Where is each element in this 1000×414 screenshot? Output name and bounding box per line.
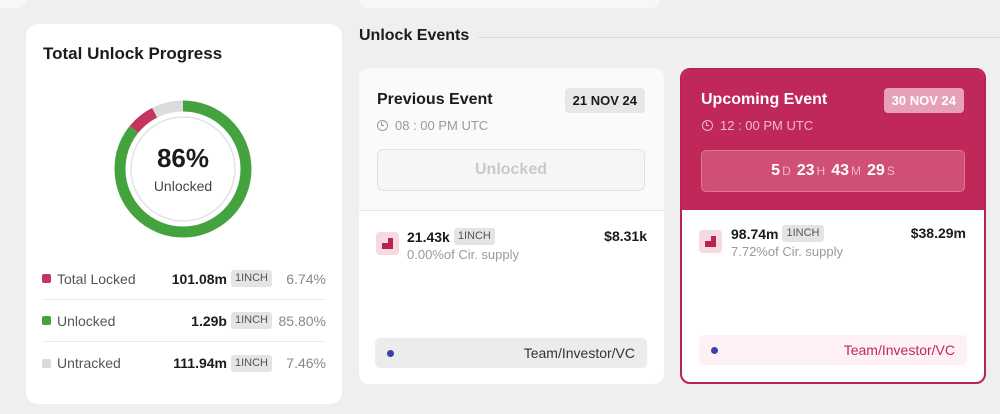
category-dot-icon bbox=[387, 349, 394, 357]
clock-icon bbox=[377, 120, 388, 131]
token-amount: 98.74m bbox=[731, 225, 779, 242]
event-time-text: 12 : 00 PM UTC bbox=[720, 118, 814, 133]
token-usd-value: $8.31k bbox=[604, 228, 647, 244]
countdown-hours-unit: H bbox=[816, 164, 826, 178]
category-label: Team/Investor/VC bbox=[523, 345, 635, 361]
1inch-token-icon bbox=[376, 232, 399, 255]
previous-event-body: 21.43k 1INCH $8.31k 0.00%of Cir. supply … bbox=[359, 211, 664, 384]
token-badge: 1INCH bbox=[782, 225, 824, 242]
legend-percent: 6.74% bbox=[286, 270, 326, 287]
token-badge: 1INCH bbox=[230, 354, 272, 372]
countdown-timer: 5 D 23 H 43 M 29 S bbox=[701, 150, 965, 192]
token-badge: 1INCH bbox=[230, 312, 272, 329]
allocation-category-bar[interactable]: Team/Investor/VC bbox=[375, 338, 647, 368]
unlock-percent-label: Unlocked bbox=[153, 178, 213, 195]
legend-percent: 85.80% bbox=[278, 312, 326, 329]
event-date-badge: 30 NOV 24 bbox=[883, 88, 964, 113]
legend-amount: 101.08m bbox=[171, 270, 227, 287]
circulating-supply-text: 7.72%of Cir. supply bbox=[731, 244, 844, 259]
token-badge: 1INCH bbox=[230, 270, 272, 287]
countdown-seconds: 29 bbox=[867, 162, 885, 179]
legend-swatch-untracked bbox=[42, 358, 51, 368]
1inch-token-icon bbox=[699, 230, 722, 253]
event-time: 12 : 00 PM UTC bbox=[702, 118, 813, 133]
clock-icon bbox=[702, 120, 713, 131]
circulating-supply-text: 0.00%of Cir. supply bbox=[407, 247, 520, 262]
event-time-text: 08 : 00 PM UTC bbox=[395, 118, 489, 133]
legend-row-unlocked: Unlocked 1.29b 1INCH 85.80% bbox=[42, 300, 326, 342]
legend-name: Untracked bbox=[57, 355, 121, 371]
section-divider bbox=[478, 37, 1000, 38]
category-dot-icon bbox=[711, 346, 718, 354]
legend-percent: 7.46% bbox=[286, 355, 326, 371]
legend-row-untracked: Untracked 111.94m 1INCH 7.46% bbox=[42, 342, 326, 384]
legend-swatch-locked bbox=[42, 274, 51, 283]
legend-name: Unlocked bbox=[57, 312, 116, 329]
unlocked-status-button[interactable]: Unlocked bbox=[377, 149, 645, 191]
top-strip-left bbox=[0, 0, 26, 8]
countdown-days-unit: D bbox=[782, 164, 791, 178]
upcoming-event-header: Upcoming Event 30 NOV 24 12 : 00 PM UTC … bbox=[682, 70, 984, 210]
top-strip bbox=[360, 0, 660, 8]
unlock-percent: 86% bbox=[156, 142, 210, 173]
unlock-events-heading: Unlock Events bbox=[359, 27, 470, 44]
token-amount-line: 21.43k 1INCH bbox=[407, 228, 499, 245]
donut-center: 86% Unlocked bbox=[110, 96, 256, 242]
countdown-days: 5 bbox=[771, 162, 781, 179]
event-title: Upcoming Event bbox=[701, 91, 828, 108]
token-amount: 21.43k bbox=[407, 228, 450, 245]
countdown-seconds-unit: S bbox=[886, 164, 895, 178]
allocation-category-bar[interactable]: Team/Investor/VC bbox=[699, 335, 967, 365]
unlock-legend: Total Locked 101.08m 1INCH 6.74% Unlocke… bbox=[42, 258, 326, 384]
upcoming-event-body: 98.74m 1INCH $38.29m 7.72%of Cir. supply… bbox=[682, 210, 984, 382]
countdown-minutes-unit: M bbox=[851, 164, 862, 178]
token-amount-line: 98.74m 1INCH bbox=[731, 225, 828, 242]
previous-event-card[interactable]: Previous Event 21 NOV 24 08 : 00 PM UTC … bbox=[359, 68, 664, 384]
legend-name: Total Locked bbox=[57, 270, 136, 287]
legend-swatch-unlocked bbox=[42, 316, 51, 325]
category-label: Team/Investor/VC bbox=[843, 342, 955, 358]
event-time: 08 : 00 PM UTC bbox=[377, 118, 488, 133]
event-title: Previous Event bbox=[377, 91, 493, 108]
upcoming-event-card[interactable]: Upcoming Event 30 NOV 24 12 : 00 PM UTC … bbox=[680, 68, 986, 384]
countdown-hours: 23 bbox=[796, 162, 815, 179]
token-usd-value: $38.29m bbox=[910, 225, 966, 241]
countdown-minutes: 43 bbox=[831, 162, 850, 179]
previous-event-header: Previous Event 21 NOV 24 08 : 00 PM UTC … bbox=[359, 68, 664, 210]
legend-amount: 1.29b bbox=[191, 312, 227, 329]
token-badge: 1INCH bbox=[453, 228, 495, 245]
event-date-badge: 21 NOV 24 bbox=[564, 88, 645, 113]
progress-title: Total Unlock Progress bbox=[43, 44, 223, 63]
total-unlock-progress-card: Total Unlock Progress 86% Unlocked Total… bbox=[26, 24, 342, 404]
legend-row-total-locked: Total Locked 101.08m 1INCH 6.74% bbox=[42, 258, 326, 300]
legend-amount: 111.94m bbox=[173, 355, 227, 371]
